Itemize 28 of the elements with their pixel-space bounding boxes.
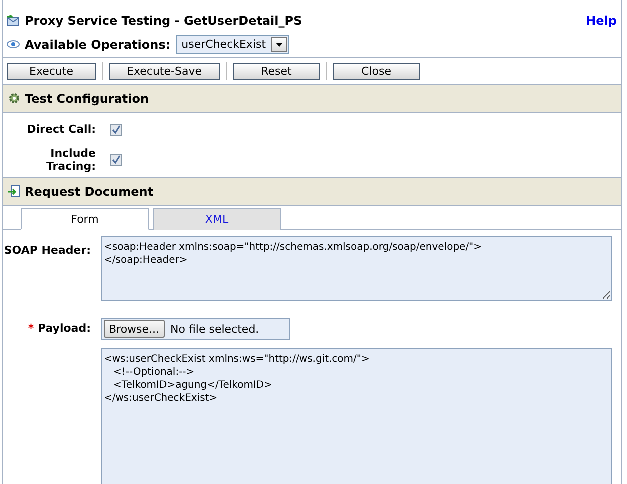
window-title: Proxy Service Testing - GetUserDetail_PS: [25, 14, 302, 28]
tab[interactable]: XML: [153, 208, 281, 230]
checkbox[interactable]: [110, 154, 122, 166]
action-button[interactable]: Execute: [7, 62, 96, 80]
action-button[interactable]: Close: [333, 62, 420, 80]
tab[interactable]: Form: [21, 208, 149, 230]
option-label: Include Tracing:: [45, 146, 96, 173]
browse-button[interactable]: Browse...: [104, 320, 165, 338]
section-title: Test Configuration: [25, 92, 150, 106]
file-picker[interactable]: Browse... No file selected.: [101, 318, 290, 340]
action-button[interactable]: Reset: [233, 62, 320, 80]
payload-field[interactable]: <ws:userCheckExist xmlns:ws="http://ws.git.com/"> <!--Optional:--> <TelkomID>agung</TelkomID> </ws:userCheckExist>: [101, 348, 612, 484]
field-label: SOAP Header:: [3, 243, 92, 257]
eye-icon: [7, 38, 20, 51]
action-button[interactable]: Execute-Save: [109, 62, 220, 80]
caret-icon: [276, 42, 283, 46]
operations-label: Available Operations:: [25, 38, 171, 52]
checkbox[interactable]: [110, 124, 122, 136]
document-arrow-icon: [8, 185, 21, 198]
field-label: * Payload:: [27, 321, 92, 335]
section-title: Request Document: [25, 184, 154, 198]
option-label: Direct Call:: [26, 123, 96, 136]
help-link[interactable]: Help: [586, 14, 617, 28]
operations-dropdown[interactable]: userCheckExist: [176, 35, 290, 54]
gear-icon: [8, 92, 21, 105]
envelope-icon: [7, 14, 20, 28]
file-status: No file selected.: [170, 322, 260, 336]
soap-header-field[interactable]: <soap:Header xmlns:soap="http://schemas.xmlsoap.org/soap/envelope/"> </soap:Header>: [101, 236, 612, 301]
